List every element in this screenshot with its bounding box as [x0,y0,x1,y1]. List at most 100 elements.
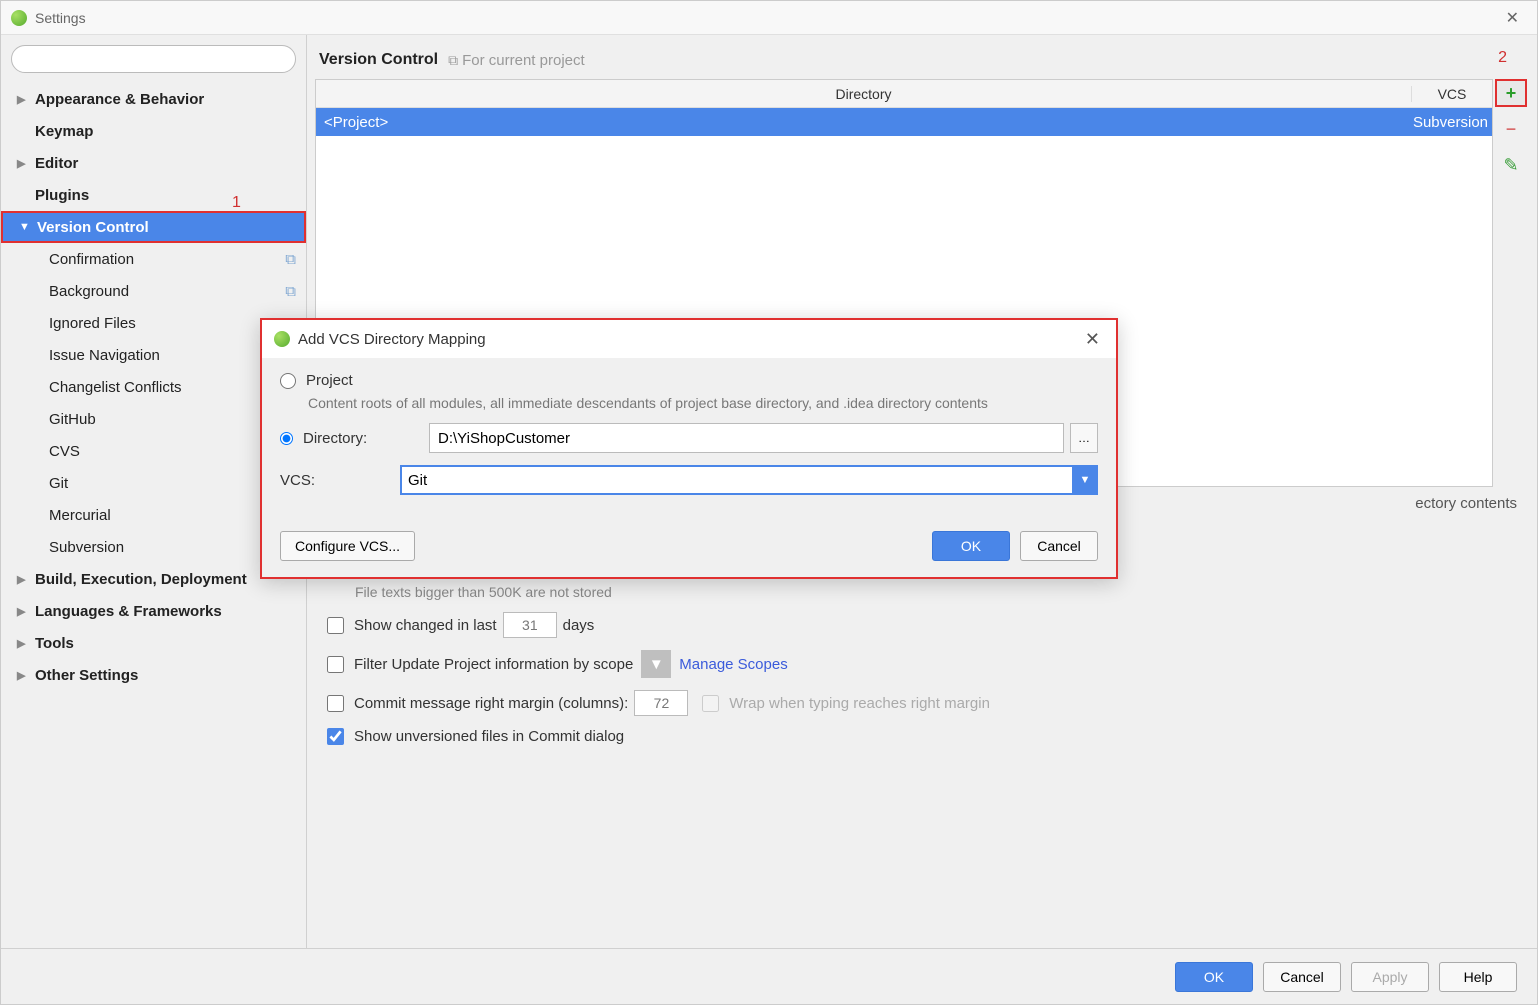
titlebar: Settings ✕ [1,1,1537,35]
sidebar-item-label: Issue Navigation [49,347,160,364]
option-label: Commit message right margin (columns): [354,695,628,712]
sidebar-item-languages[interactable]: ▶ Languages & Frameworks [1,595,306,627]
column-directory[interactable]: Directory [316,86,1412,102]
remove-mapping-button[interactable]: − [1495,115,1527,143]
sidebar-item-editor[interactable]: ▶ Editor [1,147,306,179]
content-header: Version Control ⧉ For current project [307,35,1537,79]
table-row[interactable]: <Project> Subversion [316,108,1492,136]
radio-directory[interactable] [280,432,293,445]
sidebar-item-label: Build, Execution, Deployment [35,571,247,588]
side-buttons: + − ✎ [1493,79,1529,487]
vcs-row: VCS: Git [280,465,1098,495]
unversioned-checkbox[interactable] [327,728,344,745]
option-commit-margin: Commit message right margin (columns): W… [327,690,1517,716]
sidebar-item-label: Ignored Files [49,315,136,332]
dialog-cancel-button[interactable]: Cancel [1020,531,1098,561]
sidebar-item-version-control[interactable]: ▼Version Control [1,211,306,243]
sidebar-item-label: Appearance & Behavior [35,91,204,108]
sidebar-item-label: Other Settings [35,667,138,684]
edit-mapping-button[interactable]: ✎ [1495,151,1527,179]
cell-directory: <Project> [316,114,1412,131]
plus-icon: + [1506,83,1517,104]
column-vcs[interactable]: VCS [1412,86,1492,102]
sidebar-item-label: Confirmation [49,251,134,268]
dialog-body: Project Content roots of all modules, al… [262,358,1116,521]
project-hint: Content roots of all modules, all immedi… [308,395,1098,411]
manage-scopes-link[interactable]: Manage Scopes [679,656,787,673]
sidebar-item-label: Git [49,475,68,492]
scope-text: For current project [462,52,585,69]
chevron-right-icon: ▶ [17,605,31,618]
ok-button[interactable]: OK [1175,962,1253,992]
filter-scope-checkbox[interactable] [327,656,344,673]
browse-button[interactable]: … [1070,423,1098,453]
option-sublabel: File texts bigger than 500K are not stor… [355,584,612,600]
sidebar-item-keymap[interactable]: Keymap [1,115,306,147]
search-input[interactable] [11,45,296,73]
sidebar-item-label: CVS [49,443,80,460]
vcs-select[interactable]: Git [400,465,1098,495]
option-store-shelf-sub: File texts bigger than 500K are not stor… [327,584,1517,600]
window-title: Settings [35,10,1498,26]
option-label: Show changed in last [354,617,497,634]
sidebar-item-label: Mercurial [49,507,111,524]
option-label: Filter Update Project information by sco… [354,656,633,673]
option-show-changed: Show changed in last days [327,612,1517,638]
app-icon [274,331,290,347]
sidebar-item-label: Changelist Conflicts [49,379,182,396]
close-icon[interactable]: ✕ [1498,4,1527,32]
show-changed-days-input[interactable] [503,612,557,638]
breadcrumb: Version Control [319,51,438,69]
add-vcs-mapping-dialog: Add VCS Directory Mapping ✕ Project Cont… [260,318,1118,579]
app-icon [11,10,27,26]
chevron-down-icon: ▼ [19,221,33,233]
chevron-right-icon: ▶ [17,157,31,170]
pencil-icon: ✎ [1503,155,1518,176]
show-changed-checkbox[interactable] [327,617,344,634]
dialog-ok-button[interactable]: OK [932,531,1010,561]
option-label-suffix: days [563,617,595,634]
option-label: Show unversioned files in Commit dialog [354,728,624,745]
scope-dropdown[interactable]: ▼ [641,650,671,678]
sidebar-item-label: Languages & Frameworks [35,603,222,620]
cancel-button[interactable]: Cancel [1263,962,1341,992]
dialog-footer: Configure VCS... OK Cancel [262,521,1116,577]
wrap-checkbox [702,695,719,712]
sidebar-item-other[interactable]: ▶ Other Settings [1,659,306,691]
chevron-right-icon: ▶ [17,93,31,106]
annotation-1: 1 [232,194,241,212]
sidebar-item-label: Plugins [35,187,89,204]
option-label-wrap: Wrap when typing reaches right margin [729,695,990,712]
table-header: Directory VCS [316,80,1492,108]
vcs-select-wrap: Git [400,465,1098,495]
footer: OK Cancel Apply Help [1,948,1537,1004]
sidebar-item-confirmation[interactable]: Confirmation ⧉ [1,243,306,275]
search-container: 🔍 [1,45,306,83]
annotation-2: 2 [1498,49,1507,67]
apply-button[interactable]: Apply [1351,962,1429,992]
commit-margin-checkbox[interactable] [327,695,344,712]
commit-margin-input[interactable] [634,690,688,716]
configure-vcs-button[interactable]: Configure VCS... [280,531,415,561]
option-unversioned: Show unversioned files in Commit dialog [327,728,1517,745]
sidebar-item-plugins[interactable]: Plugins [1,179,306,211]
help-button[interactable]: Help [1439,962,1517,992]
sidebar-item-label: Keymap [35,123,93,140]
chevron-right-icon: ▶ [17,669,31,682]
sidebar-item-appearance[interactable]: ▶ Appearance & Behavior [1,83,306,115]
directory-input[interactable] [429,423,1064,453]
radio-project-label: Project [306,372,353,389]
radio-project[interactable] [280,373,296,389]
radio-project-row: Project [280,372,1098,389]
sidebar-item-label: Editor [35,155,78,172]
project-scope-icon: ⧉ [448,52,458,69]
project-scope-icon: ⧉ [285,251,296,268]
vcs-label: VCS: [280,472,400,489]
sidebar-item-label: GitHub [49,411,96,428]
sidebar-item-background[interactable]: Background⧉ [1,275,306,307]
sidebar-item-tools[interactable]: ▶Tools [1,627,306,659]
chevron-right-icon: ▶ [17,573,31,586]
add-mapping-button[interactable]: + [1495,79,1527,107]
close-icon[interactable]: ✕ [1081,325,1104,354]
sidebar-item-label: Background [49,283,129,300]
